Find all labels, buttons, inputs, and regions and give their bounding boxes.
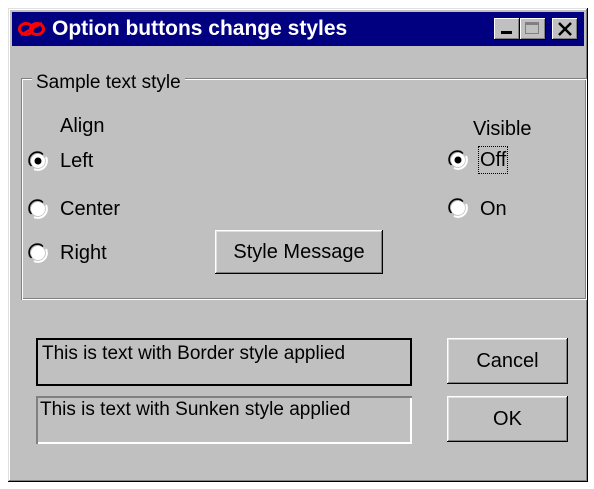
radio-label-left: Left xyxy=(60,150,94,172)
dialog-window: Option buttons change styles Sample text… xyxy=(8,8,588,482)
app-icon xyxy=(18,20,46,38)
style-message-label: Style Message xyxy=(233,241,365,263)
radio-icon xyxy=(28,199,48,219)
radio-label-on: On xyxy=(480,198,507,220)
radio-icon-selected xyxy=(28,151,48,171)
title-bar[interactable]: Option buttons change styles xyxy=(12,12,584,46)
minimize-button[interactable] xyxy=(494,18,520,40)
radio-label-off: Off xyxy=(477,146,509,174)
radio-icon xyxy=(28,243,48,263)
style-message-button[interactable]: Style Message xyxy=(215,230,383,274)
sunken-sample-text: This is text with Sunken style applied xyxy=(40,399,351,420)
maximize-icon xyxy=(525,22,539,34)
radio-label-center: Center xyxy=(60,198,121,220)
cancel-label: Cancel xyxy=(476,350,539,372)
ok-label: OK xyxy=(493,408,522,430)
align-label: Align xyxy=(60,115,105,137)
close-button[interactable] xyxy=(552,18,578,40)
window-title: Option buttons change styles xyxy=(52,17,348,40)
maximize-button[interactable] xyxy=(520,18,546,40)
group-legend: Sample text style xyxy=(32,72,185,94)
minimize-icon xyxy=(501,31,512,34)
cancel-button[interactable]: Cancel xyxy=(447,338,568,384)
sunken-style-sample: This is text with Sunken style applied xyxy=(36,396,412,444)
visible-label: Visible xyxy=(473,118,532,140)
border-style-sample: This is text with Border style applied xyxy=(36,338,412,386)
radio-icon-selected xyxy=(448,150,468,170)
radio-icon xyxy=(448,198,468,218)
radio-label-right: Right xyxy=(60,242,107,264)
ok-button[interactable]: OK xyxy=(447,396,568,442)
border-sample-text: This is text with Border style applied xyxy=(42,343,346,364)
